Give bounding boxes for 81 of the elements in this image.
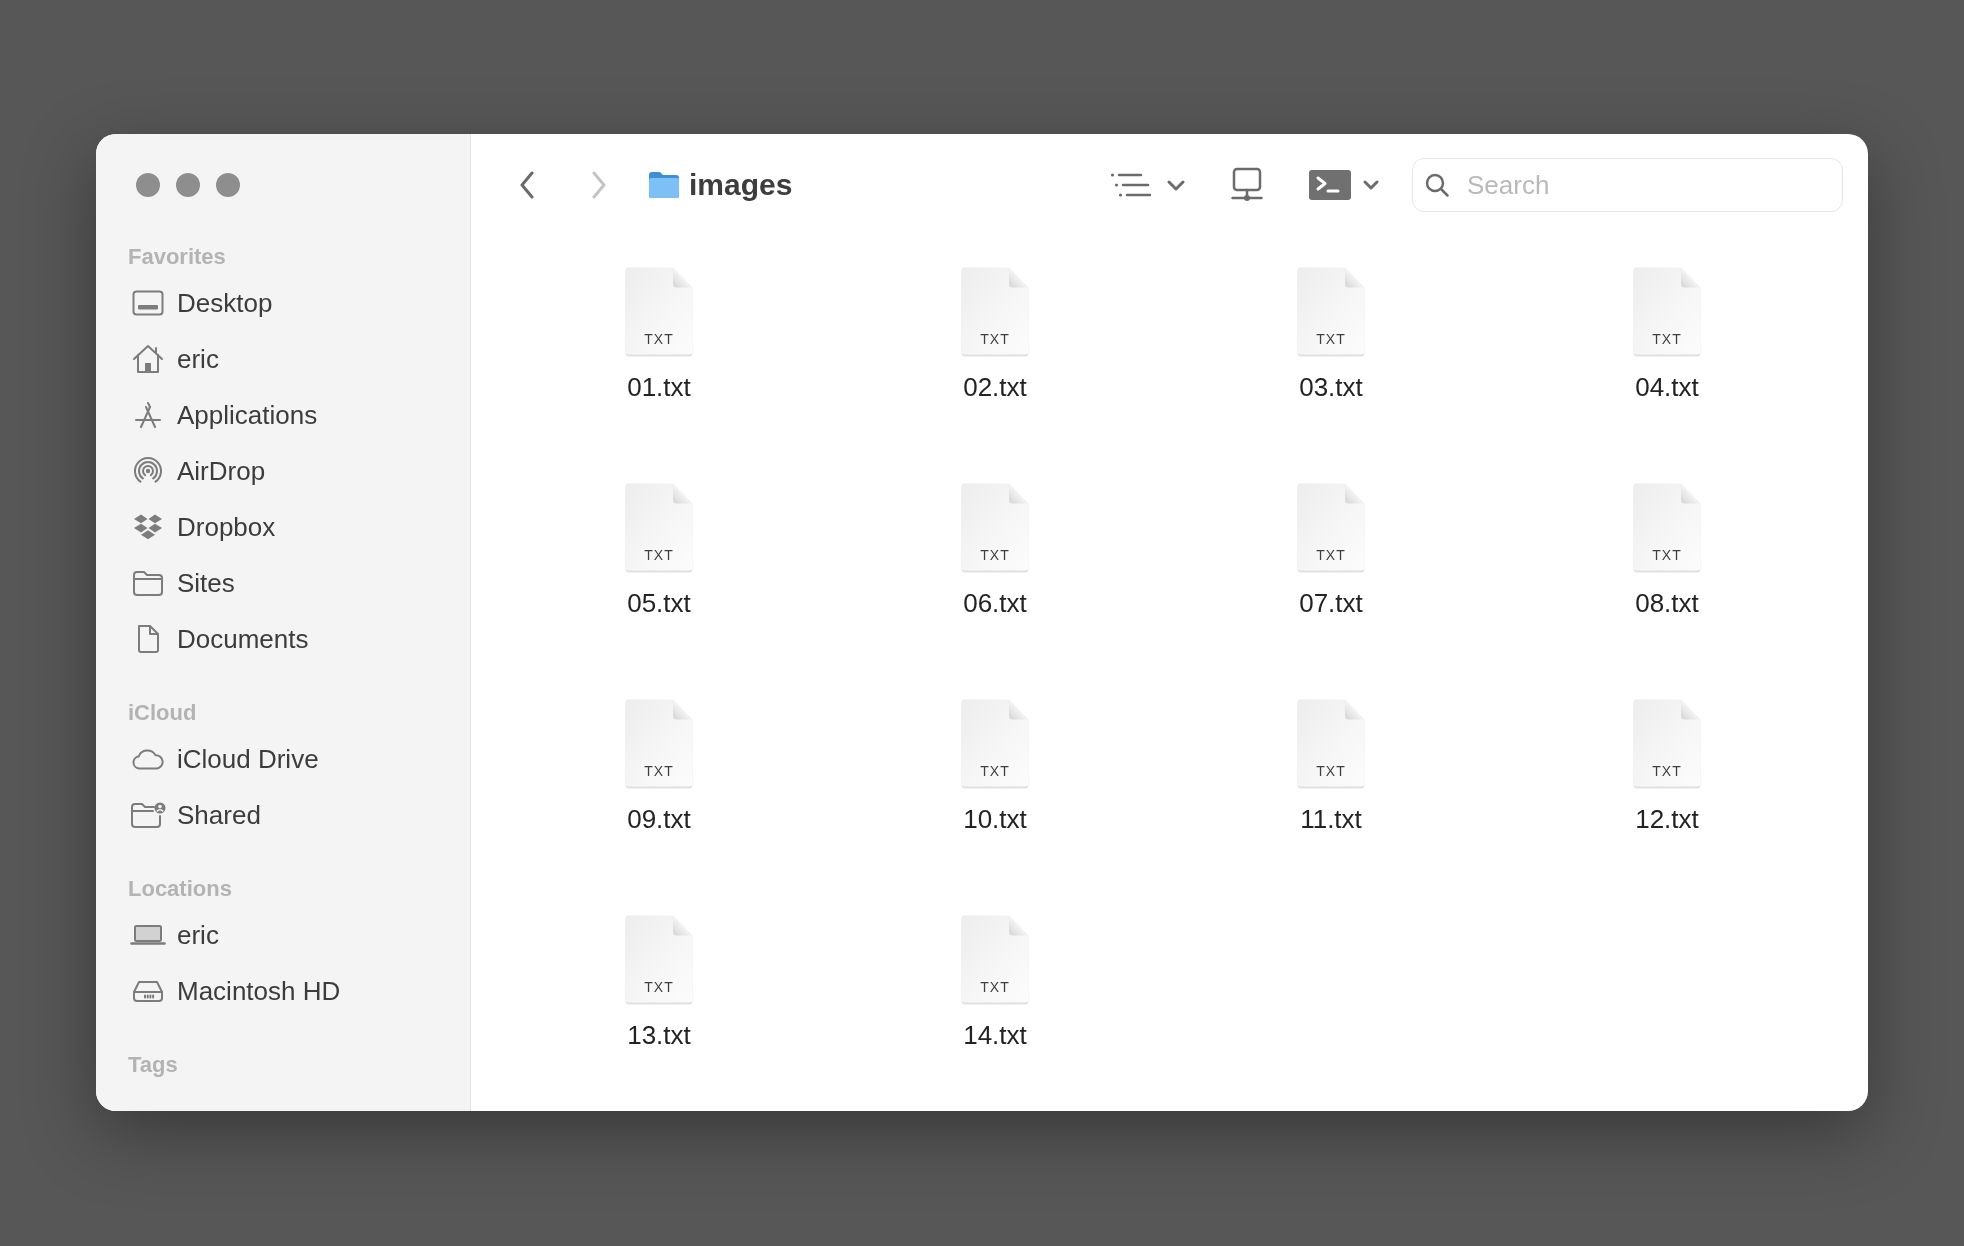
desktop-icon [132,290,164,316]
document-icon[interactable] [960,699,1030,789]
section-header: Favorites [128,246,226,268]
maximize-button[interactable] [216,173,240,197]
file-name[interactable]: 07.txt [1293,587,1369,619]
file-name[interactable]: 12.txt [1629,803,1705,835]
file-name[interactable]: 03.txt [1293,371,1369,403]
sidebar-item[interactable]: Dropbox [116,499,450,555]
diamonds-icon [132,513,164,541]
document-icon[interactable] [1296,267,1366,357]
sidebar-item[interactable]: Sites [116,555,450,611]
document-icon[interactable] [624,483,694,573]
file-type-label: TXT [1316,332,1346,346]
sidebar-item[interactable]: AirDrop [116,443,450,499]
file-type-label: TXT [644,980,674,994]
file-name[interactable]: 06.txt [957,587,1033,619]
file-type-label: TXT [644,548,674,562]
file-type-label: TXT [644,764,674,778]
folder-title: images [689,170,793,200]
document-icon[interactable] [960,915,1030,1005]
folder-icon [132,570,164,596]
file-type-label: TXT [1316,548,1346,562]
document-icon[interactable] [624,267,694,357]
document-icon[interactable] [1632,267,1702,357]
network-computer-icon [1231,167,1263,203]
document-icon [136,624,160,654]
house-icon [132,344,164,374]
document-icon[interactable] [1296,699,1366,789]
file-type-label: TXT [1316,764,1346,778]
file-name[interactable]: 02.txt [957,371,1033,403]
file-type-label: TXT [980,332,1010,346]
document-icon[interactable] [1632,483,1702,573]
chevron-right-icon [591,171,607,199]
file-name[interactable]: 10.txt [957,803,1033,835]
sidebar-item[interactable]: eric [116,331,450,387]
file-type-label: TXT [1652,332,1682,346]
file-name[interactable]: 09.txt [621,803,697,835]
folder-icon [648,171,680,199]
search-icon [1425,173,1449,197]
document-icon[interactable] [624,915,694,1005]
search-field[interactable]: Search [1412,158,1843,212]
sidebar-item[interactable]: iCloud Drive [116,731,450,787]
file-name[interactable]: 11.txt [1294,803,1368,835]
file-name[interactable]: 01.txt [621,371,697,403]
sidebar-item[interactable]: Applications [116,387,450,443]
document-icon[interactable] [1296,483,1366,573]
chevron-left-icon [519,171,535,199]
file-type-label: TXT [980,764,1010,778]
file-type-label: TXT [1652,764,1682,778]
document-icon[interactable] [960,483,1030,573]
document-icon[interactable] [1632,699,1702,789]
sidebar-item[interactable]: Macintosh HD [116,963,450,1019]
minimize-button[interactable] [176,173,200,197]
sidebar-item[interactable]: Shared [116,787,450,843]
document-icon[interactable] [624,699,694,789]
file-name[interactable]: 05.txt [621,587,697,619]
file-type-label: TXT [1652,548,1682,562]
signal-rings-icon [133,456,163,486]
chevron-down-icon [1167,179,1185,191]
file-name[interactable]: 13.txt [621,1019,697,1051]
chevron-down-icon [1363,180,1379,190]
section-header: Locations [128,878,232,900]
file-type-label: TXT [980,980,1010,994]
sidebar-item[interactable]: Documents [116,611,450,667]
close-button[interactable] [136,173,160,197]
sidebar-item[interactable]: Desktop [116,275,450,331]
section-header: iCloud [128,702,197,724]
cloud-icon [131,748,165,770]
hard-drive-icon [132,979,164,1003]
file-name[interactable]: 04.txt [1629,371,1705,403]
terminal-icon [1309,170,1351,200]
section-header: Tags [128,1054,178,1076]
file-type-label: TXT [980,548,1010,562]
sidebar-item[interactable]: eric [116,907,450,963]
file-type-label: TXT [644,332,674,346]
letter-a-icon [133,401,163,429]
file-name[interactable]: 08.txt [1629,587,1705,619]
shared-folder-icon [130,802,166,828]
list-icon [1110,172,1152,198]
document-icon[interactable] [960,267,1030,357]
file-name[interactable]: 14.txt [957,1019,1033,1051]
